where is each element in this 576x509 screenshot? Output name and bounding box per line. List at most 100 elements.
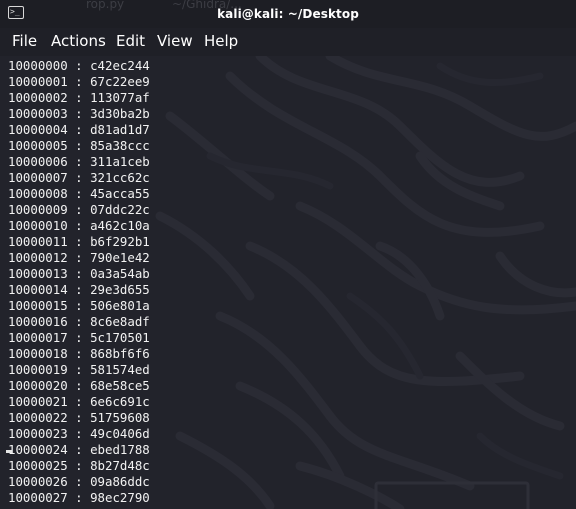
line-separator: :	[67, 202, 91, 217]
terminal-line: 10000017 : 5c170501	[8, 330, 150, 346]
terminal-line: 10000015 : 506e801a	[8, 298, 150, 314]
line-value: 868bf6f6	[90, 346, 150, 361]
line-separator: :	[67, 138, 91, 153]
line-address: 10000022	[8, 410, 68, 425]
line-separator: :	[67, 474, 91, 489]
line-address: 10000015	[8, 298, 68, 313]
line-separator: :	[67, 170, 91, 185]
title-bar[interactable]: >_ rop.py ~/Ghidra/... kali@kali: ~/Desk…	[0, 0, 576, 28]
line-address: 10000006	[8, 154, 68, 169]
line-separator: :	[67, 314, 91, 329]
terminal-line: 10000007 : 321cc62c	[8, 170, 150, 186]
line-value: 506e801a	[90, 298, 150, 313]
terminal-line: 10000018 : 868bf6f6	[8, 346, 150, 362]
line-address: 10000008	[8, 186, 68, 201]
line-separator: :	[67, 346, 91, 361]
window-title: kali@kali: ~/Desktop	[217, 7, 359, 21]
terminal-output-area[interactable]: 10000000 : c42ec244 10000001 : 67c22ee9 10…	[0, 56, 576, 509]
line-separator: :	[67, 362, 91, 377]
line-value: 09a86ddc	[90, 474, 150, 489]
line-separator: :	[67, 426, 91, 441]
line-address: 10000001	[8, 74, 68, 89]
line-value: 98ec2790	[90, 490, 150, 505]
terminal-line: 10000000 : c42ec244	[8, 58, 150, 74]
line-value: 68e58ce5	[90, 378, 150, 393]
terminal-window: >_ rop.py ~/Ghidra/... kali@kali: ~/Desk…	[0, 0, 576, 509]
line-separator: :	[67, 106, 91, 121]
terminal-line: 10000012 : 790e1e42	[8, 250, 150, 266]
line-address: 10000019	[8, 362, 68, 377]
line-address: 10000024	[8, 442, 68, 457]
line-address: 10000003	[8, 106, 68, 121]
line-separator: :	[67, 186, 91, 201]
line-separator: :	[67, 282, 91, 297]
terminal-line: 10000027 : 98ec2790	[8, 490, 150, 506]
line-value: 51759608	[90, 410, 150, 425]
line-address: 10000026	[8, 474, 68, 489]
menu-view[interactable]: View	[157, 32, 193, 50]
line-value: 45acca55	[90, 186, 150, 201]
line-value: 581574ed	[90, 362, 150, 377]
menu-bar: File Actions Edit View Help	[0, 28, 576, 54]
line-separator: :	[67, 378, 91, 393]
line-separator: :	[67, 330, 91, 345]
line-separator: :	[67, 234, 91, 249]
line-address: 10000011	[8, 234, 68, 249]
terminal-line: 10000025 : 8b27d48c	[8, 458, 150, 474]
line-value: 67c22ee9	[90, 74, 150, 89]
line-value: 49c0406d	[90, 426, 150, 441]
line-address: 10000009	[8, 202, 68, 217]
terminal-line: 10000006 : 311a1ceb	[8, 154, 150, 170]
line-value: 85a38ccc	[90, 138, 150, 153]
menu-actions[interactable]: Actions	[51, 32, 106, 50]
line-address: 10000023	[8, 426, 68, 441]
terminal-line: 10000019 : 581574ed	[8, 362, 150, 378]
line-separator: :	[67, 218, 91, 233]
terminal-line: 10000005 : 85a38ccc	[8, 138, 150, 154]
line-value: 5c170501	[90, 330, 150, 345]
line-separator: :	[67, 298, 91, 313]
line-value: 0a3a54ab	[90, 266, 150, 281]
line-separator: :	[67, 410, 91, 425]
line-value: d81ad1d7	[90, 122, 150, 137]
line-address: 10000004	[8, 122, 68, 137]
menu-file[interactable]: File	[12, 32, 37, 50]
terminal-line: 10000014 : 29e3d655	[8, 282, 150, 298]
line-address: 10000020	[8, 378, 68, 393]
line-address: 10000005	[8, 138, 68, 153]
terminal-line: 10000010 : a462c10a	[8, 218, 150, 234]
line-separator: :	[67, 394, 91, 409]
line-address: 10000007	[8, 170, 68, 185]
line-separator: :	[67, 90, 91, 105]
line-separator: :	[67, 58, 91, 73]
line-separator: :	[67, 154, 91, 169]
terminal-line: 10000008 : 45acca55	[8, 186, 150, 202]
line-address: 10000000	[8, 58, 68, 73]
line-value: c42ec244	[90, 58, 150, 73]
line-value: 6e6c691c	[90, 394, 150, 409]
line-address: 10000027	[8, 490, 68, 505]
line-address: 10000002	[8, 90, 68, 105]
line-separator: :	[67, 442, 91, 457]
line-value: 311a1ceb	[90, 154, 150, 169]
terminal-line: 10000011 : b6f292b1	[8, 234, 150, 250]
line-address: 10000021	[8, 394, 68, 409]
terminal-line: 10000022 : 51759608	[8, 410, 150, 426]
line-value: 29e3d655	[90, 282, 150, 297]
line-address: 10000013	[8, 266, 68, 281]
line-value: b6f292b1	[90, 234, 150, 249]
terminal-line: 10000003 : 3d30ba2b	[8, 106, 150, 122]
terminal-line: 10000024 : ebed1788	[8, 442, 150, 458]
line-address: 10000010	[8, 218, 68, 233]
line-address: 10000017	[8, 330, 68, 345]
menu-help[interactable]: Help	[204, 32, 238, 50]
line-address: 10000014	[8, 282, 68, 297]
line-value: 321cc62c	[90, 170, 150, 185]
line-value: 07ddc22c	[90, 202, 150, 217]
line-value: 113077af	[90, 90, 150, 105]
line-separator: :	[67, 490, 91, 505]
terminal-line: 10000009 : 07ddc22c	[8, 202, 150, 218]
terminal-line: 10000016 : 8c6e8adf	[8, 314, 150, 330]
menu-edit[interactable]: Edit	[116, 32, 145, 50]
terminal-line: 10000020 : 68e58ce5	[8, 378, 150, 394]
